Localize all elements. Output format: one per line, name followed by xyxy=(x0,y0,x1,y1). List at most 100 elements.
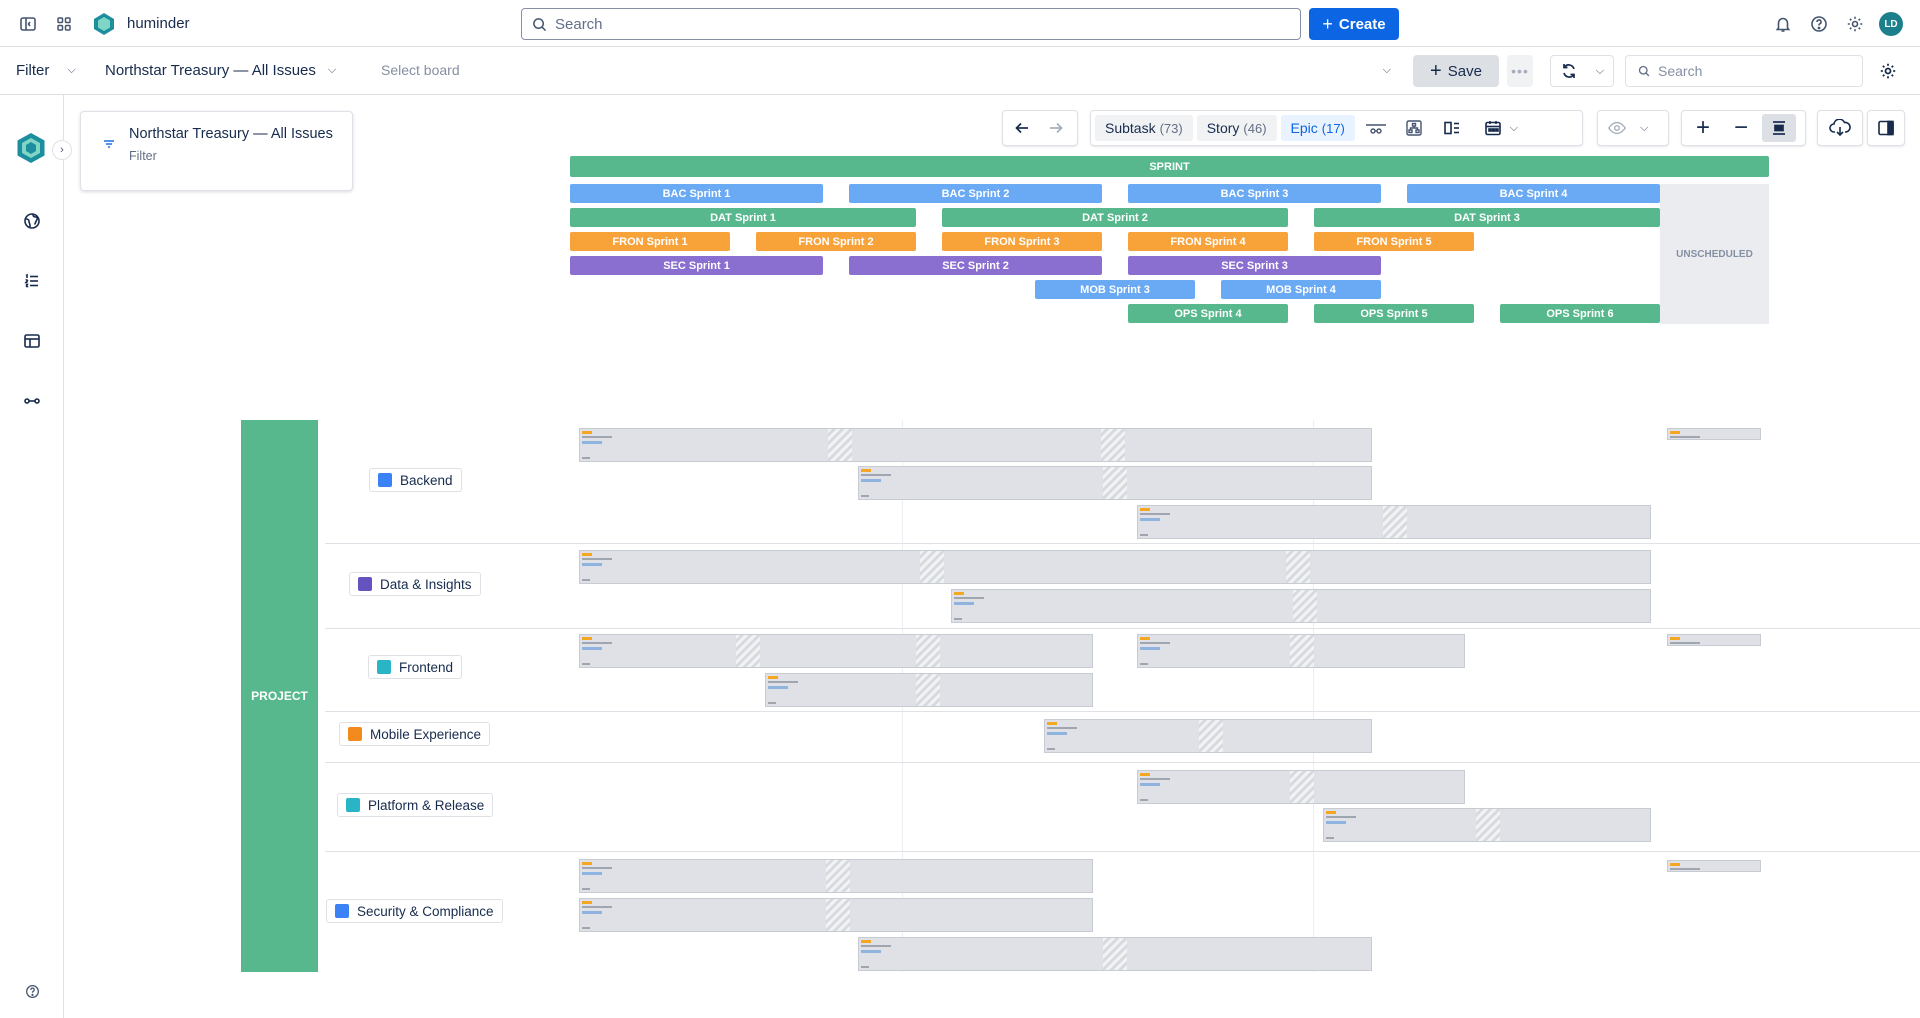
sprint-bar[interactable]: SEC Sprint 3 xyxy=(1128,256,1381,275)
visibility-dropdown[interactable]: ⌵ xyxy=(1597,110,1669,146)
expand-rail-chevron-icon[interactable]: › xyxy=(52,140,72,160)
globe-icon[interactable] xyxy=(16,205,48,237)
collapse-rows-icon[interactable] xyxy=(1359,114,1393,142)
create-button[interactable]: + Create xyxy=(1309,8,1399,40)
epic-card[interactable] xyxy=(579,859,1093,893)
lane-divider xyxy=(325,628,1920,629)
help-icon[interactable] xyxy=(16,975,48,1007)
more-options-icon[interactable]: ••• xyxy=(1507,55,1533,87)
timeline-gridline xyxy=(1313,420,1314,972)
lane-divider xyxy=(325,762,1920,763)
tab-epic[interactable]: Epic (17) xyxy=(1280,115,1355,141)
side-panel-icon xyxy=(1878,120,1894,136)
global-search-input[interactable]: Search xyxy=(521,8,1301,40)
arrow-right-icon[interactable] xyxy=(1041,114,1071,142)
toggle-side-panel-button[interactable] xyxy=(1867,110,1905,146)
epic-card[interactable] xyxy=(858,937,1372,971)
select-board-dropdown[interactable]: Select board ⌵ xyxy=(381,62,1391,78)
sprint-bar[interactable]: MOB Sprint 4 xyxy=(1221,280,1381,299)
dependency-link-icon[interactable] xyxy=(16,385,48,417)
workspace-name[interactable]: huminder xyxy=(127,15,190,32)
top-navigation-bar: huminder Search + Create LD xyxy=(0,0,1920,47)
board-settings-gear-icon[interactable] xyxy=(1872,55,1904,87)
project-label-frontend[interactable]: Frontend xyxy=(368,655,463,679)
sprint-bar[interactable]: OPS Sprint 5 xyxy=(1314,304,1474,323)
sprint-bar[interactable]: DAT Sprint 3 xyxy=(1314,208,1660,227)
tab-subtask-label: Subtask xyxy=(1105,120,1156,136)
epic-card[interactable] xyxy=(1667,428,1761,440)
search-icon xyxy=(533,17,547,31)
epic-card[interactable] xyxy=(579,898,1093,932)
settings-gear-icon[interactable] xyxy=(1839,8,1871,40)
epic-card[interactable] xyxy=(1137,770,1465,804)
chevron-down-icon: ⌵ xyxy=(1640,121,1649,134)
sprint-bar[interactable]: FRON Sprint 3 xyxy=(942,232,1102,251)
sprint-bar[interactable]: MOB Sprint 3 xyxy=(1035,280,1195,299)
epic-card[interactable] xyxy=(579,428,1372,462)
hierarchy-icon[interactable] xyxy=(1397,114,1431,142)
sprint-bar[interactable]: BAC Sprint 1 xyxy=(570,184,823,203)
split-view-icon[interactable] xyxy=(1435,114,1469,142)
epic-card[interactable] xyxy=(1323,808,1651,842)
project-mobile-experience-icon xyxy=(348,727,362,741)
user-avatar[interactable]: LD xyxy=(1879,12,1903,36)
sprint-bar[interactable]: OPS Sprint 6 xyxy=(1500,304,1660,323)
sprint-bar[interactable]: BAC Sprint 2 xyxy=(849,184,1102,203)
epic-card[interactable] xyxy=(1044,719,1372,753)
project-label-backend[interactable]: Backend xyxy=(369,468,462,492)
epic-card[interactable] xyxy=(1137,505,1651,539)
zoom-in-plus-icon[interactable]: + xyxy=(1686,114,1720,142)
workspace-logo-icon[interactable] xyxy=(92,12,116,36)
chevron-down-icon: ⌵ xyxy=(1382,63,1391,76)
fit-to-screen-icon[interactable] xyxy=(1762,114,1796,142)
help-icon[interactable] xyxy=(1803,8,1835,40)
epic-card[interactable] xyxy=(579,634,1093,668)
epic-card[interactable] xyxy=(951,589,1651,623)
sprint-header: SPRINT xyxy=(570,156,1769,177)
tab-subtask[interactable]: Subtask (73) xyxy=(1095,115,1193,141)
tab-story[interactable]: Story (46) xyxy=(1196,115,1277,141)
sidebar-toggle-icon[interactable] xyxy=(12,8,44,40)
saved-filter-value: Northstar Treasury — All Issues xyxy=(105,62,316,79)
board-search-input[interactable]: Search xyxy=(1625,55,1863,87)
refresh-icon xyxy=(1563,64,1575,78)
app-switcher-icon[interactable] xyxy=(48,8,80,40)
sprint-bar[interactable]: SEC Sprint 2 xyxy=(849,256,1102,275)
filter-type-dropdown[interactable]: Filter ⌵ xyxy=(16,62,76,79)
epic-card[interactable] xyxy=(1137,634,1465,668)
current-filter-card[interactable]: Northstar Treasury — All Issues Filter xyxy=(80,111,353,191)
notifications-bell-icon[interactable] xyxy=(1767,8,1799,40)
save-button[interactable]: + Save xyxy=(1413,55,1499,87)
eye-icon xyxy=(1602,114,1632,142)
sprint-bar[interactable]: FRON Sprint 5 xyxy=(1314,232,1474,251)
sprint-bar[interactable]: BAC Sprint 3 xyxy=(1128,184,1381,203)
epic-card[interactable] xyxy=(1667,860,1761,872)
arrow-left-icon[interactable] xyxy=(1007,114,1037,142)
sprint-bar[interactable]: DAT Sprint 2 xyxy=(942,208,1288,227)
board-layout-icon[interactable] xyxy=(16,325,48,357)
epic-card[interactable] xyxy=(1667,634,1761,646)
sprint-bar[interactable]: FRON Sprint 2 xyxy=(756,232,916,251)
sprint-bar[interactable]: OPS Sprint 4 xyxy=(1128,304,1288,323)
project-frontend-icon xyxy=(377,660,391,674)
sprint-bar[interactable]: SEC Sprint 1 xyxy=(570,256,823,275)
project-label-mobile-experience[interactable]: Mobile Experience xyxy=(339,722,491,746)
calendar-dropdown[interactable]: ⌵ xyxy=(1473,114,1529,142)
project-logo-icon[interactable] xyxy=(15,132,47,164)
numbered-list-icon[interactable] xyxy=(16,265,48,297)
sprint-bar[interactable]: FRON Sprint 1 xyxy=(570,232,730,251)
sprint-bar[interactable]: DAT Sprint 1 xyxy=(570,208,916,227)
zoom-out-minus-icon[interactable]: − xyxy=(1724,114,1758,142)
sync-dropdown[interactable]: ⌵ xyxy=(1550,55,1614,87)
epic-card[interactable] xyxy=(579,550,1651,584)
epic-card[interactable] xyxy=(765,673,1093,707)
sprint-bar[interactable]: BAC Sprint 4 xyxy=(1407,184,1660,203)
project-label-security-compliance[interactable]: Security & Compliance xyxy=(326,899,503,923)
project-label-data-insights[interactable]: Data & Insights xyxy=(349,572,481,596)
saved-filter-dropdown[interactable]: Northstar Treasury — All Issues ⌵ xyxy=(105,62,336,79)
sprint-bar[interactable]: FRON Sprint 4 xyxy=(1128,232,1288,251)
project-security-compliance-name: Security & Compliance xyxy=(357,903,494,919)
epic-card[interactable] xyxy=(858,466,1372,500)
project-label-platform-release[interactable]: Platform & Release xyxy=(337,793,494,817)
export-button[interactable] xyxy=(1817,110,1863,146)
